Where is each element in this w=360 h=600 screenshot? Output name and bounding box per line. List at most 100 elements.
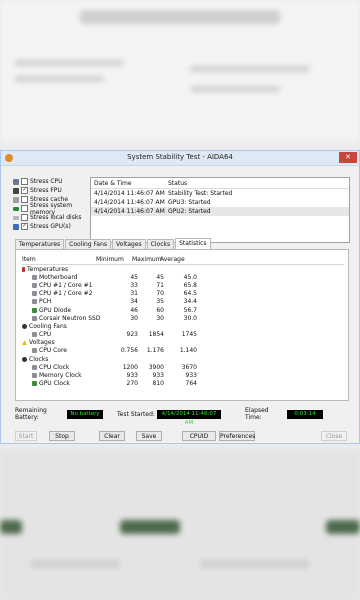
log-header-datetime[interactable]: Date & Time (91, 180, 166, 187)
item-cell: Motherboard (22, 274, 104, 281)
stress-checkbox[interactable] (21, 196, 28, 203)
log-row[interactable]: 4/14/2014 11:46:07 AM GPU3: Started (91, 198, 349, 207)
average-value: 64.5 (183, 290, 197, 298)
cpu-icon (13, 178, 19, 185)
tab-clocks[interactable]: Clocks (146, 239, 175, 249)
item-name: Motherboard (39, 273, 78, 281)
stress-options: Stress CPU ✓ Stress FPU Stress cache Stress … (13, 177, 93, 231)
item-name: GPU Clock (39, 380, 70, 388)
log-row[interactable]: 4/14/2014 11:46:07 AM GPU2: Started (91, 207, 349, 216)
stress-label: Stress GPU(s) (30, 223, 71, 230)
group-row[interactable]: Cooling Fans (22, 322, 344, 330)
average-value: 1.140 (179, 347, 197, 355)
header-item: Item (22, 256, 36, 263)
table-row[interactable]: PCH 34 35 34.4 (22, 298, 344, 306)
cpu-core-icon (32, 291, 37, 297)
item-name: PCH (39, 298, 52, 306)
log-time: 4/14/2014 11:46:07 AM (94, 190, 165, 197)
save-button[interactable]: Save (136, 431, 162, 441)
background-blur-block (190, 86, 280, 92)
tab-temperatures[interactable]: Temperatures (15, 239, 65, 249)
tab-statistics[interactable]: Statistics (175, 238, 211, 249)
clock-icon (22, 356, 27, 362)
statistics-panel: Item Minimum Maximum Average Temperature… (15, 249, 349, 401)
group-row[interactable]: Temperatures (22, 265, 344, 273)
cpu-icon (32, 348, 37, 354)
cpu-icon (32, 364, 37, 370)
item-cell: PCH (22, 298, 104, 305)
clear-button[interactable]: Clear (99, 431, 125, 441)
voltage-icon (22, 340, 27, 346)
tab-voltages[interactable]: Voltages (112, 239, 146, 249)
minimum-value: 923 (126, 331, 138, 339)
stress-checkbox[interactable] (21, 178, 28, 185)
average-value: 933 (185, 372, 197, 380)
maximum-value: 1.176 (146, 347, 164, 355)
item-name: CPU (39, 331, 52, 339)
group-row[interactable]: Voltages (22, 339, 344, 347)
fpu-icon (13, 187, 19, 194)
item-name: CPU #1 / Core #2 (39, 290, 93, 298)
table-row[interactable]: CPU #1 / Core #1 33 71 65.8 (22, 281, 344, 289)
background-blur-block (190, 66, 310, 72)
log-time: 4/14/2014 11:46:07 AM (94, 199, 165, 206)
stress-option-0[interactable]: Stress CPU (13, 177, 93, 186)
stress-option-5[interactable]: ✓ Stress GPU(s) (13, 222, 93, 231)
group-cell: Voltages (22, 339, 94, 346)
stress-checkbox[interactable] (21, 205, 28, 212)
preferences-button[interactable]: Preferences (219, 431, 255, 441)
header-maximum: Maximum (132, 256, 162, 263)
stress-option-3[interactable]: Stress system memory (13, 202, 93, 216)
stress-checkbox[interactable]: ✓ (21, 187, 28, 194)
table-row[interactable]: CPU Clock 1200 3900 3670 (22, 363, 344, 371)
table-row[interactable]: CPU 923 1854 1745 (22, 331, 344, 339)
item-cell: CPU Clock (22, 364, 104, 371)
table-row[interactable]: CPU #1 / Core #2 31 70 64.5 (22, 290, 344, 298)
fan-icon (22, 323, 27, 329)
cache-icon (13, 196, 19, 203)
gpu-diode-icon (32, 307, 37, 313)
average-value: 3670 (181, 363, 197, 371)
title-bar[interactable]: System Stability Test - AIDA64 ✕ (1, 151, 359, 166)
table-row[interactable]: GPU Diode 46 60 56.7 (22, 306, 344, 314)
item-name: CPU #1 / Core #1 (39, 281, 93, 289)
log-header: Date & Time Status (91, 178, 349, 189)
statistics-header: Item Minimum Maximum Average (22, 255, 344, 265)
battery-display: No battery (67, 409, 103, 419)
cpuid-button[interactable]: CPUID (182, 431, 216, 441)
close-button[interactable]: Close (321, 431, 347, 441)
table-row[interactable]: CPU Core 0.756 1.176 1.140 (22, 347, 344, 355)
average-value: 45.0 (183, 273, 197, 281)
minimum-value: 45 (130, 273, 138, 281)
table-row[interactable]: GPU Clock 270 810 764 (22, 380, 344, 388)
tab-cooling-fans[interactable]: Cooling Fans (65, 239, 112, 249)
stop-button[interactable]: Stop (49, 431, 75, 441)
event-log[interactable]: Date & Time Status 4/14/2014 11:46:07 AM… (90, 177, 350, 243)
group-name: Temperatures (27, 265, 69, 273)
item-cell: GPU Clock (22, 380, 104, 387)
minimum-value: 34 (130, 298, 138, 306)
background-blur-block (326, 520, 360, 534)
table-row[interactable]: Motherboard 45 45 45.0 (22, 273, 344, 281)
background-blur-block (0, 520, 22, 534)
table-row[interactable]: Corsair Neutron SSD 30 30 30.0 (22, 314, 344, 322)
maximum-value: 60 (156, 306, 164, 314)
stress-option-4[interactable]: Stress local disks (13, 213, 93, 222)
item-cell: Corsair Neutron SSD (22, 315, 104, 322)
stability-test-window: System Stability Test - AIDA64 ✕ Stress … (0, 150, 360, 444)
window-title: System Stability Test - AIDA64 (127, 153, 233, 161)
background-blur-block (14, 60, 124, 66)
close-window-button[interactable]: ✕ (339, 152, 357, 163)
table-row[interactable]: Memory Clock 933 933 933 (22, 371, 344, 379)
stress-option-1[interactable]: ✓ Stress FPU (13, 186, 93, 195)
stress-checkbox[interactable] (21, 214, 28, 221)
start-button[interactable]: Start (15, 431, 37, 441)
stress-checkbox[interactable]: ✓ (21, 223, 28, 230)
log-status: GPU2: Started (168, 208, 211, 215)
group-row[interactable]: Clocks (22, 355, 344, 363)
log-header-status[interactable]: Status (166, 180, 349, 187)
status-bar: Remaining Battery: No battery Test Start… (15, 407, 347, 426)
background-blur-block (14, 76, 104, 82)
statistics-table[interactable]: Item Minimum Maximum Average Temperature… (22, 255, 344, 388)
log-row[interactable]: 4/14/2014 11:46:07 AM Stability Test: Sta… (91, 189, 349, 198)
